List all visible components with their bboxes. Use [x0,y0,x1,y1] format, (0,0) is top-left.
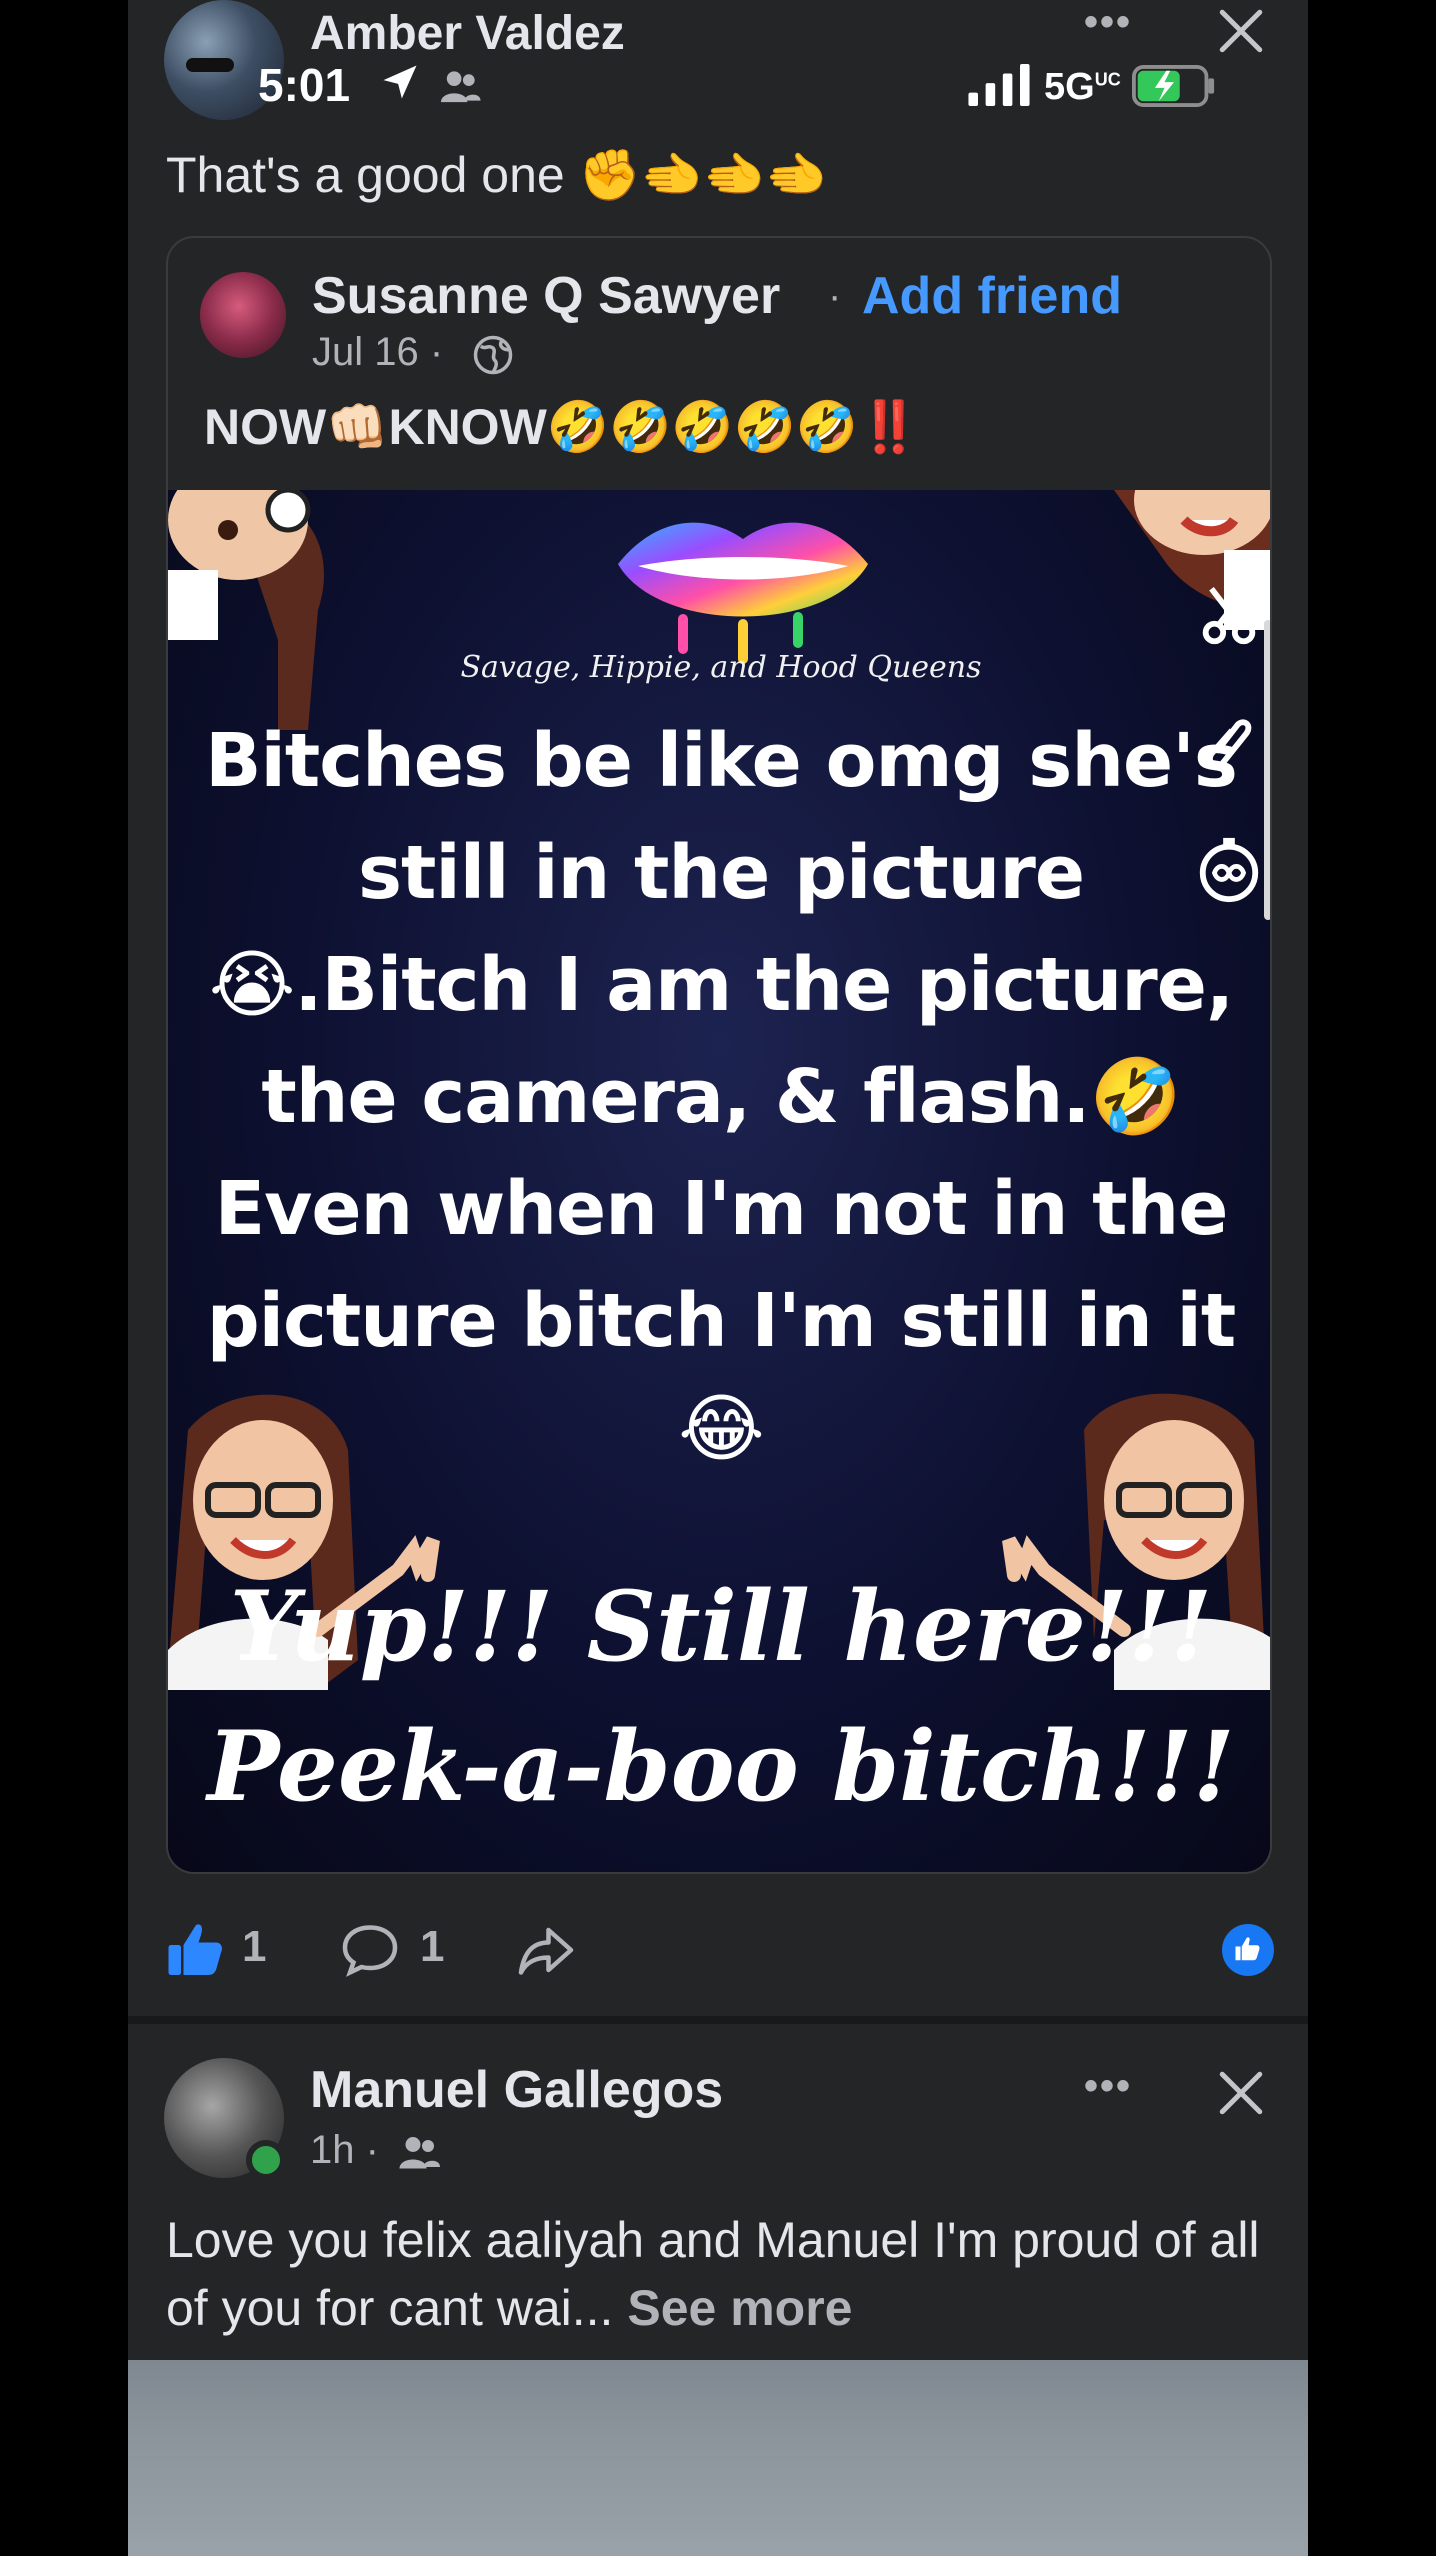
caption-emoji: ✊🫲🫲🫲 [578,146,828,204]
share-icon[interactable] [516,1920,576,1980]
meme-brand-text: Savage, Hippie, and Hood Queens [460,650,982,685]
globe-icon [473,335,513,375]
reaction-like-badge[interactable] [1222,1924,1274,1976]
avatar-susanne[interactable] [200,272,286,358]
add-friend-button[interactable]: Add friend [862,266,1122,326]
friends-icon [440,71,481,103]
meme-line-4: the camera, & flash.🤣 [261,1054,1181,1140]
post1-actions: 1 1 [128,1910,1308,1990]
location-arrow-icon [383,65,417,99]
meme-script-line-2: Peek-a-boo bitch!!! [207,1710,1235,1823]
shared-post-card[interactable]: Susanne Q Sawyer · Add friend Jul 16 · N… [166,236,1272,1874]
bitmoji-top-left [168,490,324,730]
name-separator: · [828,274,842,318]
battery-icon [1132,65,1215,107]
comment-count: 1 [420,1922,445,1971]
meme-image[interactable]: Savage, Hippie, and Hood Queens Bitches … [168,490,1270,1872]
signal-icon [968,64,1030,106]
more-dots-icon[interactable]: ••• [1084,0,1132,45]
close-icon[interactable] [1216,2068,1266,2118]
post2-time[interactable]: 1h · [310,2128,379,2173]
like-icon[interactable] [166,1920,226,1980]
like-badge-icon [1235,1937,1260,1961]
post1-header: Amber Valdez 5:01 5GUC ••• [128,0,1308,140]
status-time: 5:01 [258,59,351,111]
post2-image[interactable] [128,2360,1308,2556]
post1-author-name[interactable]: Amber Valdez [310,6,625,61]
shared-author-name[interactable]: Susanne Q Sawyer [312,266,780,326]
online-status-dot [246,2140,286,2180]
meme-line-3: 😭.Bitch I am the picture, [208,942,1234,1028]
rainbow-lips-logo [618,522,868,664]
post1-caption: That's a good one ✊🫲🫲🫲 [166,146,828,204]
scissors-icon[interactable] [1194,580,1264,650]
shared-caption: NOW👊🏻KNOW🤣🤣🤣🤣🤣‼️ [204,398,921,456]
meme-line-6: picture bitch I'm still in it [206,1278,1237,1364]
post2-text: Love you felix aaliyah and Manuel I'm pr… [166,2212,1260,2336]
see-more-link[interactable]: See more [627,2280,852,2336]
friends-icon [399,2137,440,2169]
meme-line-2: still in the picture [357,830,1085,916]
post2-author-name[interactable]: Manuel Gallegos [310,2060,723,2120]
post-divider [128,2016,1308,2024]
more-dots-icon[interactable]: ••• [1084,2064,1132,2109]
meme-script-line-1: Yup!!! Still here!!! [229,1570,1213,1683]
meme-line-5: Even when I'm not in the [214,1166,1229,1252]
feed-screen: Amber Valdez 5:01 5GUC ••• That's a good… [128,0,1308,2556]
shared-post-date[interactable]: Jul 16 · [312,330,443,375]
network-label: 5GUC [1044,66,1121,108]
like-count: 1 [242,1922,267,1971]
comment-icon[interactable] [340,1920,400,1980]
close-icon[interactable] [1216,6,1266,56]
meme-line-1: Bitches be like omg she's [205,718,1238,804]
